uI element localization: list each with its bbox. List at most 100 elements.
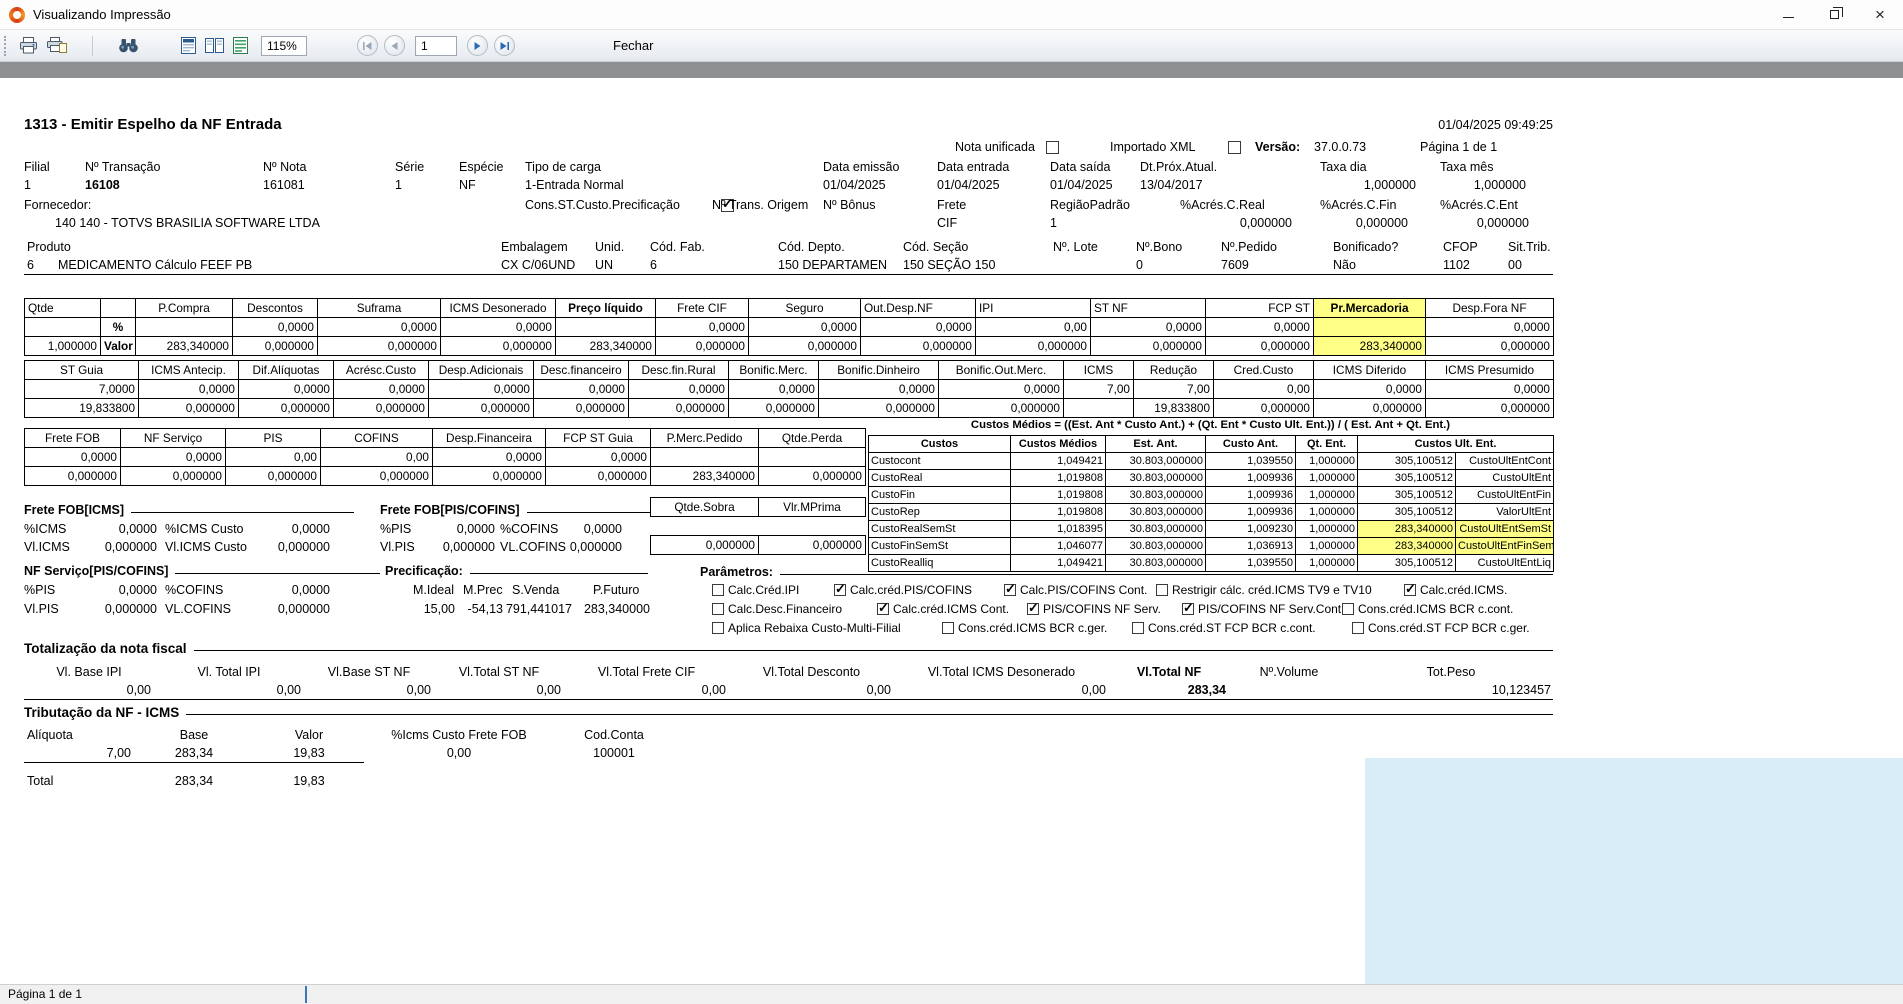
- page-width-view-button[interactable]: [227, 33, 253, 59]
- cell: 0,0000: [120, 447, 226, 467]
- param-checkbox[interactable]: Calc.créd.ICMS.: [1404, 583, 1553, 597]
- bonus-label: Nº Bônus: [823, 198, 876, 212]
- page-number-input[interactable]: [415, 35, 457, 56]
- cell: 19,83: [254, 761, 364, 788]
- next-page-button[interactable]: [467, 35, 488, 56]
- param-checkbox[interactable]: Calc.Créd.IPI: [712, 583, 834, 597]
- field: Tipo de carga 1-Entrada Normal: [525, 158, 823, 194]
- field-label: Tipo de carga: [525, 160, 601, 174]
- importado-xml-checkbox[interactable]: [1228, 141, 1242, 154]
- field: Dt.Próx.Atual. 13/04/2017: [1140, 158, 1320, 194]
- m-prec-label: M.Prec: [463, 583, 503, 597]
- param-checkbox[interactable]: Cons.créd.ICMS BCR c.ger.: [942, 621, 1132, 635]
- print-setup-button[interactable]: [44, 33, 70, 59]
- whole-page-view-button[interactable]: [175, 33, 201, 59]
- column-header: COFINS: [320, 428, 433, 448]
- field: Nº Transação 16108: [85, 158, 263, 194]
- field-label: Nº Nota: [263, 160, 307, 174]
- param-checkbox[interactable]: Calc.PIS/COFINS Cont.: [1004, 583, 1156, 597]
- cell: [24, 317, 101, 337]
- minimize-icon: [1782, 17, 1794, 18]
- cell: 0,000000: [24, 466, 121, 486]
- cell: 1,019808: [1010, 469, 1106, 487]
- frete-label: Frete: [937, 198, 967, 212]
- cell: 30.803,000000: [1105, 452, 1206, 470]
- zoom-level-box[interactable]: 115%: [261, 35, 307, 56]
- param-checkbox[interactable]: Calc.créd.ICMS Cont.: [877, 602, 1027, 616]
- cell: 1,036913: [1205, 537, 1296, 555]
- cell: 0,000000: [975, 336, 1091, 356]
- last-page-button[interactable]: [494, 35, 515, 56]
- column-header: Qtde.Sobra: [650, 497, 759, 517]
- cell: 0,000000: [655, 336, 749, 356]
- cell: 1,039550: [1205, 452, 1296, 470]
- detail-table-values: Qtde P.Compra Descontos Suframa ICMS Desoner…: [24, 298, 1554, 356]
- field: Espécie NF: [459, 158, 525, 194]
- parametros-header: Parâmetros:: [700, 565, 1553, 579]
- column-header: Est. Ant.: [1105, 435, 1206, 453]
- totalizacao-header: Totalização da nota fiscal: [24, 641, 1553, 656]
- param-checkbox[interactable]: Calc.créd.PIS/COFINS: [834, 583, 1004, 597]
- cell: 283,340000: [650, 466, 759, 486]
- column-header: Cred.Custo: [1213, 360, 1314, 380]
- cell: 6: [24, 256, 55, 275]
- field: Série 1: [395, 158, 459, 194]
- cell: 0,000000: [1213, 398, 1314, 418]
- cell: CustoRep: [868, 503, 1011, 521]
- checkbox-label: PIS/COFINS NF Serv.Cont: [1198, 602, 1342, 616]
- field-value: 161081: [263, 178, 305, 192]
- params-row-1: Calc.Créd.IPI Calc.créd.PIS/COFINS Calc.PI…: [712, 583, 1553, 597]
- cell: 1,009936: [1205, 503, 1296, 521]
- checkbox-label: Cons.créd.ST FCP BCR c.ger.: [1368, 621, 1530, 635]
- column-header: Qtde: [24, 298, 101, 318]
- param-checkbox[interactable]: Cons.créd.ST FCP BCR c.ger.: [1352, 621, 1553, 635]
- column-header: CFOP: [1443, 240, 1478, 254]
- cell: 0,0000: [1090, 317, 1206, 337]
- cell: 305,100512: [1357, 469, 1456, 487]
- param-checkbox[interactable]: PIS/COFINS NF Serv.Cont: [1182, 602, 1342, 616]
- cell: 0,0000: [1425, 379, 1554, 399]
- close-preview-button[interactable]: Fechar: [601, 34, 665, 57]
- cell: 1,019808: [1010, 503, 1106, 521]
- cell: 0,000000: [317, 336, 441, 356]
- table-row: 1,000000 Valor 283,340000 0,000000 0,000000 0…: [24, 336, 1554, 356]
- cell: 283,34: [1109, 681, 1229, 700]
- column-header: Custos Médios: [1010, 435, 1106, 453]
- column-header: Desc.fin.Rural: [628, 360, 729, 380]
- cell: 1,009936: [1205, 486, 1296, 504]
- checkbox-label: Restrigir cálc. créd.ICMS TV9 e TV10: [1172, 583, 1372, 597]
- acres-ent-value: 0,000000: [1476, 216, 1529, 230]
- cell: 0,0000: [533, 379, 629, 399]
- column-header: Cód. Fab.: [650, 240, 705, 254]
- table-row: CustoReal 1,019808 30.803,000000 1,009936 1,…: [868, 469, 1555, 487]
- param-checkbox[interactable]: Calc.Desc.Financeiro: [712, 602, 877, 616]
- param-checkbox[interactable]: Restrigir cálc. créd.ICMS TV9 e TV10: [1156, 583, 1404, 597]
- first-page-button[interactable]: [357, 35, 378, 56]
- param-checkbox[interactable]: Aplica Rebaixa Custo-Multi-Filial: [712, 621, 942, 635]
- nota-unificada-checkbox[interactable]: [1046, 141, 1059, 154]
- print-button[interactable]: [15, 33, 41, 59]
- fob-p-pis-value: 0,0000: [456, 522, 495, 536]
- two-page-view-button[interactable]: [201, 33, 227, 59]
- cell: 0,000000: [428, 398, 534, 418]
- param-checkbox[interactable]: PIS/COFINS NF Serv.: [1027, 602, 1182, 616]
- restore-button[interactable]: [1811, 0, 1857, 30]
- acres-fin-value: 0,000000: [1355, 216, 1408, 230]
- param-checkbox[interactable]: Cons.créd.ST FCP BCR c.cont.: [1132, 621, 1352, 635]
- cell: 305,100512: [1357, 503, 1456, 521]
- table-row: CustoFinSemSt 1,046077 30.803,000000 1,0369…: [868, 537, 1555, 555]
- column-header: ST Guia: [24, 360, 139, 380]
- param-checkbox[interactable]: Cons.créd.ICMS BCR c.cont.: [1342, 602, 1553, 616]
- cell: [1313, 317, 1426, 337]
- minimize-button[interactable]: [1765, 0, 1811, 30]
- printer-icon: [19, 37, 37, 54]
- cell: CustoRealSemSt: [868, 520, 1011, 538]
- cell: 0,0000: [24, 447, 121, 467]
- find-button[interactable]: [115, 33, 141, 59]
- previous-page-button[interactable]: [384, 35, 405, 56]
- page-count-label: Página 1 de 1: [1420, 140, 1498, 154]
- close-button[interactable]: ×: [1857, 0, 1903, 30]
- field-label: Data saída: [1050, 160, 1111, 174]
- first-page-icon: [363, 41, 372, 50]
- restore-icon: [1829, 7, 1843, 19]
